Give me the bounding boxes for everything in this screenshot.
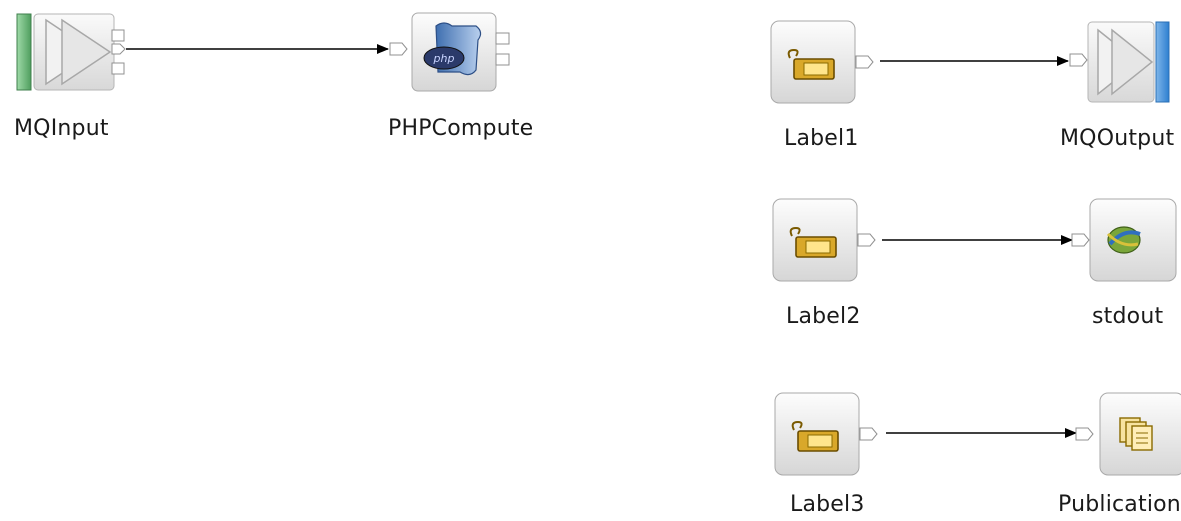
node-label2[interactable] (772, 198, 884, 284)
message-flow-canvas[interactable]: MQInput php PHPCompute Label1 MQOutput L… (0, 0, 1181, 521)
label-tag-icon (774, 392, 878, 476)
node-mqoutput[interactable] (1064, 20, 1181, 106)
php-script-icon: php (389, 12, 510, 92)
mq-input-icon (16, 13, 126, 91)
node-label-stdout: stdout (1092, 304, 1164, 329)
stdout-globe-icon (1071, 198, 1177, 282)
node-label-label3: Label3 (790, 492, 865, 517)
node-label-mqinput: MQInput (14, 116, 109, 141)
node-label-publication: Publication (1058, 492, 1181, 517)
node-label-phpcompute: PHPCompute (388, 116, 534, 141)
connections-layer (126, 44, 1077, 438)
node-label-label1: Label1 (784, 126, 859, 151)
node-label-mqoutput: MQOutput (1060, 126, 1175, 151)
node-label-label2: Label2 (786, 304, 861, 329)
publication-pages-icon (1075, 392, 1181, 476)
node-publication[interactable] (1072, 392, 1181, 478)
mq-output-icon (1069, 21, 1170, 103)
svg-text:php: php (433, 52, 455, 65)
node-label1[interactable] (770, 20, 880, 106)
label-tag-icon (772, 198, 876, 282)
node-label3[interactable] (774, 392, 888, 478)
node-stdout[interactable] (1068, 198, 1181, 284)
node-mqinput[interactable] (16, 12, 128, 92)
node-phpcompute[interactable]: php (388, 12, 522, 92)
label-tag-icon (770, 20, 874, 104)
